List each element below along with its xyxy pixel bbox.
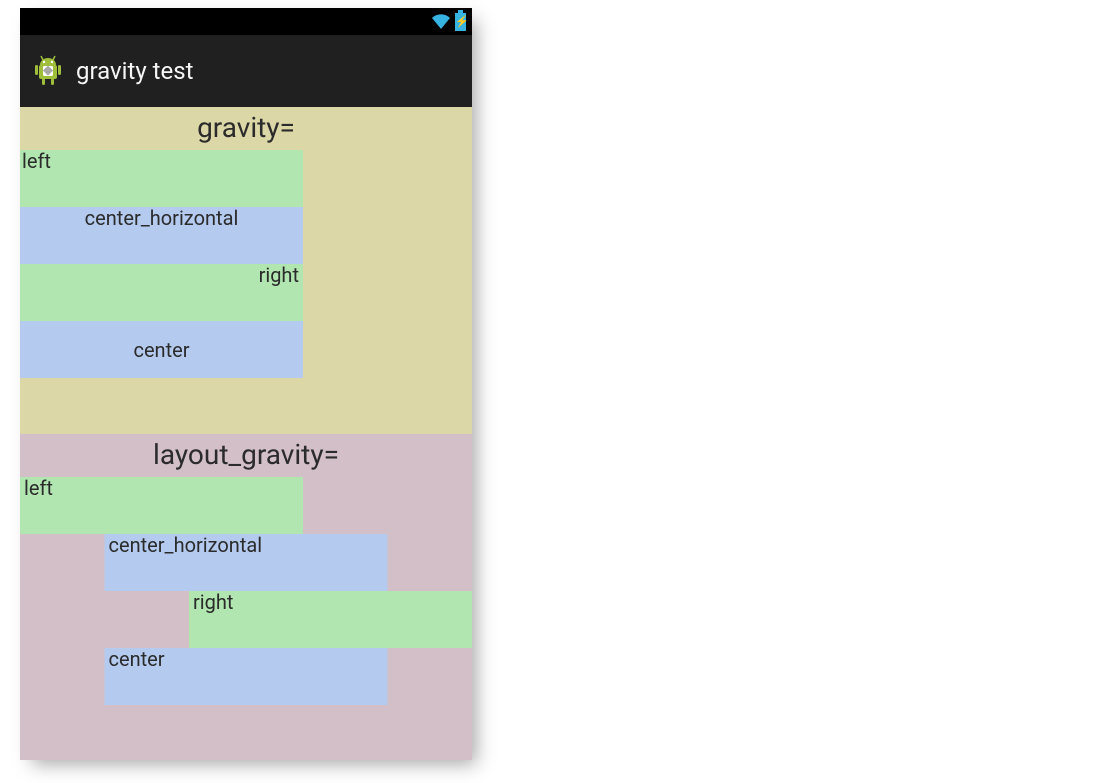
- layout-gravity-box-label: left: [24, 477, 53, 499]
- gravity-box-label: left: [22, 150, 51, 172]
- battery-charging-icon: [455, 13, 466, 31]
- layout-gravity-box-left: left: [20, 477, 303, 534]
- app-title: gravity test: [76, 57, 193, 85]
- layout-gravity-box-center: center: [105, 648, 388, 705]
- gravity-box-label: right: [259, 264, 299, 286]
- layout-gravity-box-label: center_horizontal: [109, 534, 263, 556]
- section-layout-gravity-title: layout_gravity=: [20, 434, 472, 477]
- device-frame: gravity test gravity= left center_horizo…: [20, 8, 472, 760]
- app-icon: [30, 53, 66, 89]
- section-layout-gravity: layout_gravity= left center_horizontal r…: [20, 434, 472, 761]
- layout-gravity-box-right: right: [189, 591, 472, 648]
- gravity-box-center: center: [20, 321, 303, 378]
- gravity-box-right: right: [20, 264, 303, 321]
- section-gravity: gravity= left center_horizontal right ce…: [20, 107, 472, 434]
- action-bar: gravity test: [20, 35, 472, 107]
- gravity-box-label: center_horizontal: [85, 207, 239, 229]
- section-gravity-title: gravity=: [20, 107, 472, 150]
- gravity-box-left: left: [20, 150, 303, 207]
- gravity-box-label: center: [133, 339, 189, 361]
- status-bar: [20, 8, 472, 35]
- gravity-box-center-horizontal: center_horizontal: [20, 207, 303, 264]
- content-area: gravity= left center_horizontal right ce…: [20, 107, 472, 760]
- layout-gravity-box-label: right: [193, 591, 233, 613]
- layout-gravity-box-center-horizontal: center_horizontal: [105, 534, 388, 591]
- layout-gravity-box-label: center: [109, 648, 165, 670]
- wifi-icon: [431, 14, 451, 30]
